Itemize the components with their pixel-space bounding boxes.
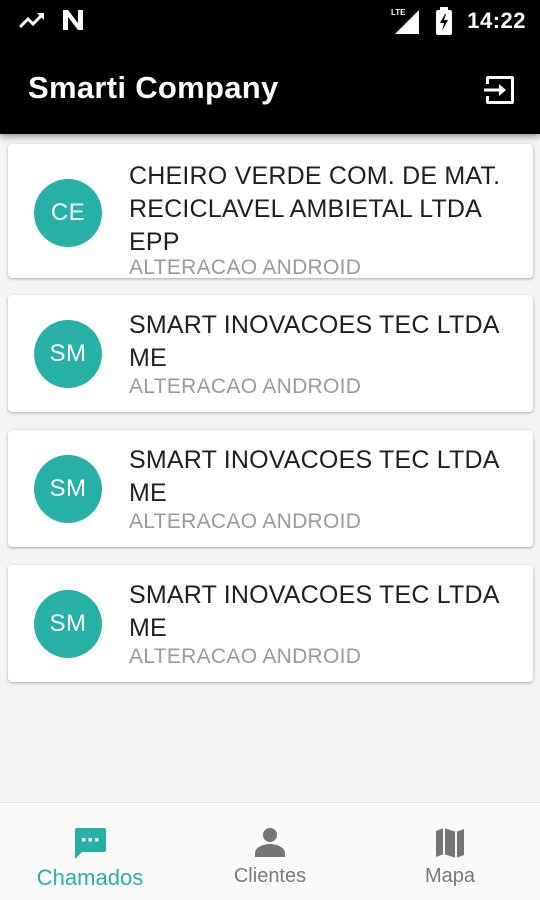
list-item[interactable]: SM SMART INOVACOES TEC LTDA ME ALTERACAO…	[8, 295, 533, 412]
company-name: SMART INOVACOES TEC LTDA ME	[129, 446, 499, 507]
trending-up-icon	[18, 12, 45, 29]
battery-charging-icon	[436, 7, 453, 35]
status-bar: LTE 14:22	[0, 0, 540, 44]
map-icon	[436, 828, 464, 858]
nav-label: Mapa	[424, 865, 476, 887]
nav-label: Chamados	[36, 865, 144, 890]
app-bar: Smarti Company	[0, 44, 540, 134]
company-name: SMART INOVACOES TEC LTDA ME	[129, 311, 499, 372]
company-name: CHEIRO VERDE COM. DE MAT. RECICLAVEL AMB…	[129, 162, 501, 256]
avatar: SM	[34, 455, 102, 523]
avatar: SM	[34, 320, 102, 388]
nav-chamados[interactable]: Chamados	[0, 803, 180, 900]
n-logo-icon	[63, 10, 83, 30]
avatar: CE	[34, 179, 102, 247]
nav-mapa[interactable]: Mapa	[360, 803, 540, 900]
item-subtitle: ALTERACAO ANDROID	[129, 256, 362, 279]
logout-icon[interactable]	[482, 72, 518, 108]
network-type: LTE	[391, 8, 406, 17]
list-item[interactable]: CE CHEIRO VERDE COM. DE MAT. RECICLAVEL …	[8, 144, 533, 279]
item-subtitle: ALTERACAO ANDROID	[129, 510, 362, 533]
item-subtitle: ALTERACAO ANDROID	[129, 645, 362, 668]
signal-icon: LTE	[391, 8, 420, 34]
bottom-navigation: Chamados Clientes Mapa	[0, 802, 540, 900]
app-title: Smarti Company	[28, 70, 279, 105]
company-name: SMART INOVACOES TEC LTDA ME	[129, 581, 499, 642]
status-time: 14:22	[467, 8, 526, 33]
list-item[interactable]: SM SMART INOVACOES TEC LTDA ME ALTERACAO…	[8, 565, 533, 682]
person-icon	[255, 828, 285, 857]
nav-label: Clientes	[233, 865, 307, 887]
nav-clientes[interactable]: Clientes	[180, 803, 360, 900]
list-item[interactable]: SM SMART INOVACOES TEC LTDA ME ALTERACAO…	[8, 430, 533, 547]
avatar: SM	[34, 590, 102, 658]
chat-icon	[74, 828, 106, 859]
item-subtitle: ALTERACAO ANDROID	[129, 375, 362, 398]
